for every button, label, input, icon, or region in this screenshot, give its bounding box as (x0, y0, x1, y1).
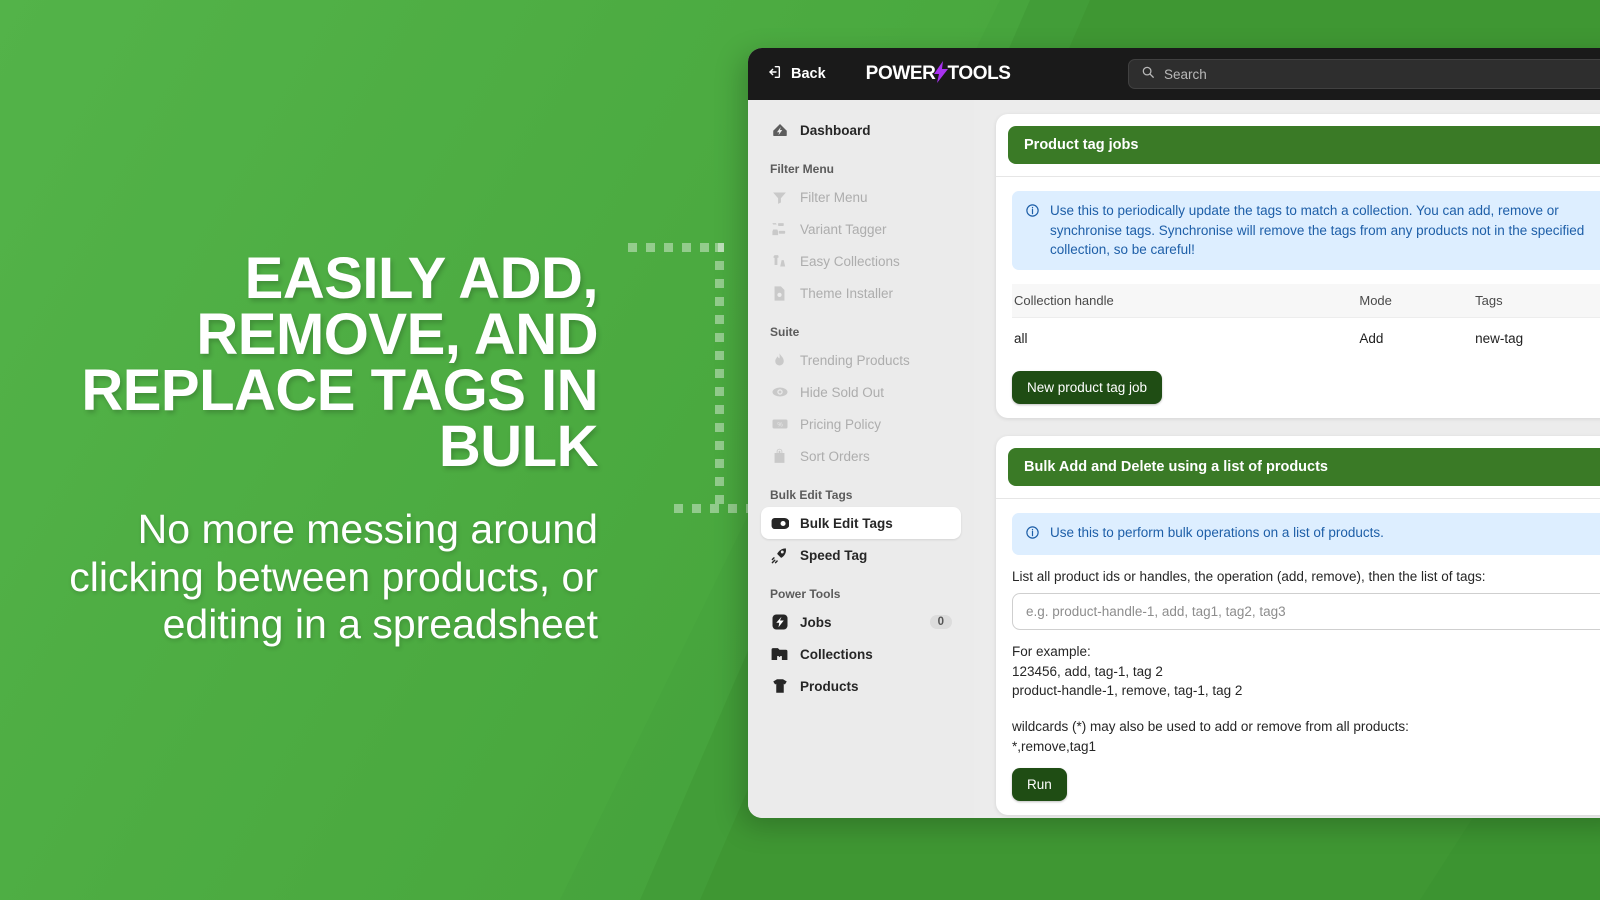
column-header-collection-handle: Collection handle (1012, 283, 1360, 318)
bag-icon (770, 447, 789, 466)
search-icon (1141, 65, 1155, 84)
bulk-input-label: List all product ids or handles, the ope… (1012, 569, 1486, 585)
flame-icon (770, 351, 789, 370)
jobs-bolt-icon (770, 613, 789, 632)
sidebar-item-products[interactable]: Products (761, 670, 961, 702)
sidebar-group-title: Filter Menu (770, 162, 835, 176)
info-banner: Use this to periodically update the tags… (1012, 191, 1600, 270)
sidebar-group-title: Bulk Edit Tags (770, 488, 853, 502)
sidebar-item-label: Bulk Edit Tags (800, 515, 893, 531)
sidebar-item-label: Products (800, 678, 859, 694)
main-content: Product tag jobs Use this to periodicall… (974, 100, 1600, 818)
sidebar-group-title: Power Tools (770, 587, 841, 601)
sidebar-item-label: Hide Sold Out (800, 384, 885, 400)
table-header: Collection handle Mode Tags (1012, 283, 1600, 318)
sidebar: Dashboard Filter Menu Filter Menu Varian… (748, 100, 974, 818)
info-banner-text: Use this to periodically update the tags… (1050, 203, 1585, 258)
cell-collection-handle: all (1014, 330, 1028, 346)
app-body: Dashboard Filter Menu Filter Menu Varian… (748, 100, 1600, 818)
eye-off-icon (770, 383, 789, 402)
theme-installer-icon (770, 284, 789, 303)
variant-tagger-icon (770, 220, 789, 239)
powertools-logo: POWER TOOLS (866, 61, 1011, 87)
money-icon: % (770, 415, 789, 434)
search-bar[interactable] (1128, 59, 1600, 89)
sidebar-item-label: Easy Collections (800, 253, 900, 269)
info-banner: Use this to perform bulk operations on a… (1012, 512, 1600, 556)
dashboard-icon (770, 121, 789, 140)
column-header-tags: Tags (1475, 283, 1600, 318)
sidebar-item-dashboard[interactable]: Dashboard (761, 114, 961, 146)
cell-mode: Add (1359, 330, 1384, 346)
card-body: Use this to periodically update the tags… (996, 177, 1600, 404)
search-input[interactable] (1164, 66, 1600, 82)
info-circle-icon (1025, 525, 1040, 546)
card-product-tag-jobs: Product tag jobs Use this to periodicall… (996, 114, 1600, 418)
sidebar-item-theme-installer[interactable]: Theme Installer (761, 277, 961, 309)
sidebar-item-collections[interactable]: Collections (761, 638, 961, 670)
back-button[interactable]: Back (766, 64, 826, 84)
bulk-operations-input[interactable] (1012, 593, 1600, 631)
sidebar-item-label: Theme Installer (800, 285, 894, 301)
collections-icon (770, 645, 789, 664)
sidebar-item-variant-tagger[interactable]: Variant Tagger (761, 213, 961, 245)
back-icon (766, 64, 782, 84)
run-button[interactable]: Run (1012, 768, 1067, 802)
sidebar-item-label: Dashboard (800, 122, 871, 138)
promo-subheading: No more messing around clicking between … (69, 505, 598, 648)
sidebar-item-speed-tag[interactable]: Speed Tag (761, 539, 961, 571)
sidebar-group-title: Suite (770, 325, 800, 339)
card-title: Bulk Add and Delete using a list of prod… (1008, 447, 1600, 486)
sidebar-item-easy-collections[interactable]: Easy Collections (761, 245, 961, 277)
promo-panel: EASILY ADD, REMOVE, AND REPLACE TAGS IN … (0, 0, 620, 900)
sidebar-item-filter-menu[interactable]: Filter Menu (761, 181, 961, 213)
sidebar-item-sort-orders[interactable]: Sort Orders (761, 440, 961, 472)
example-block-wildcards: wildcards (*) may also be used to add or… (1012, 718, 1409, 754)
speed-tag-icon (770, 546, 789, 565)
new-product-tag-job-button[interactable]: New product tag job (1012, 370, 1163, 404)
lightning-bolt-icon (934, 61, 949, 87)
sidebar-item-label: Collections (800, 646, 873, 662)
card-bulk-add-delete: Bulk Add and Delete using a list of prod… (996, 435, 1600, 816)
easy-collections-icon (770, 252, 789, 271)
sidebar-item-label: Sort Orders (800, 448, 870, 464)
jobs-count-badge: 0 (929, 615, 952, 629)
card-title: Product tag jobs (1008, 126, 1600, 164)
table-body: all Add new-tag (1012, 317, 1600, 359)
svg-text:%: % (777, 423, 783, 429)
card-body: Use this to perform bulk operations on a… (996, 499, 1600, 802)
logo-text-power: POWER (865, 63, 936, 84)
info-circle-icon (1025, 203, 1040, 224)
sidebar-item-label: Speed Tag (800, 547, 868, 563)
sidebar-item-label: Jobs (800, 614, 832, 630)
sidebar-item-pricing-policy[interactable]: % Pricing Policy (761, 408, 961, 440)
sidebar-item-jobs[interactable]: Jobs 0 (761, 606, 961, 638)
sidebar-item-trending-products[interactable]: Trending Products (761, 344, 961, 376)
sidebar-item-hide-sold-out[interactable]: Hide Sold Out (761, 376, 961, 408)
promo-headline: EASILY ADD, REMOVE, AND REPLACE TAGS IN … (81, 245, 598, 480)
sidebar-item-label: Filter Menu (800, 189, 868, 205)
funnel-icon (770, 188, 789, 207)
sidebar-item-bulk-edit-tags[interactable]: Bulk Edit Tags (761, 507, 961, 539)
app-topbar: Back POWER TOOLS (748, 48, 1600, 100)
tshirt-icon (770, 677, 789, 696)
cell-tags: new-tag (1475, 330, 1524, 346)
sidebar-item-label: Trending Products (800, 352, 910, 368)
product-tag-jobs-table: Collection handle Mode Tags all Add new-… (1012, 283, 1600, 359)
column-header-mode: Mode (1359, 283, 1476, 318)
table-row[interactable]: all Add new-tag (1012, 317, 1600, 359)
back-label: Back (791, 66, 826, 82)
info-banner-text: Use this to perform bulk operations on a… (1050, 524, 1384, 540)
sidebar-item-label: Variant Tagger (800, 221, 887, 237)
table-header-row: Collection handle Mode Tags (1012, 283, 1600, 318)
logo-text-tools: TOOLS (947, 63, 1011, 84)
tag-fill-icon (770, 514, 789, 533)
sidebar-item-label: Pricing Policy (800, 416, 882, 432)
example-block-primary: For example: 123456, add, tag-1, tag 2 p… (1012, 644, 1243, 699)
app-window: Back POWER TOOLS Dashboard (748, 48, 1600, 818)
